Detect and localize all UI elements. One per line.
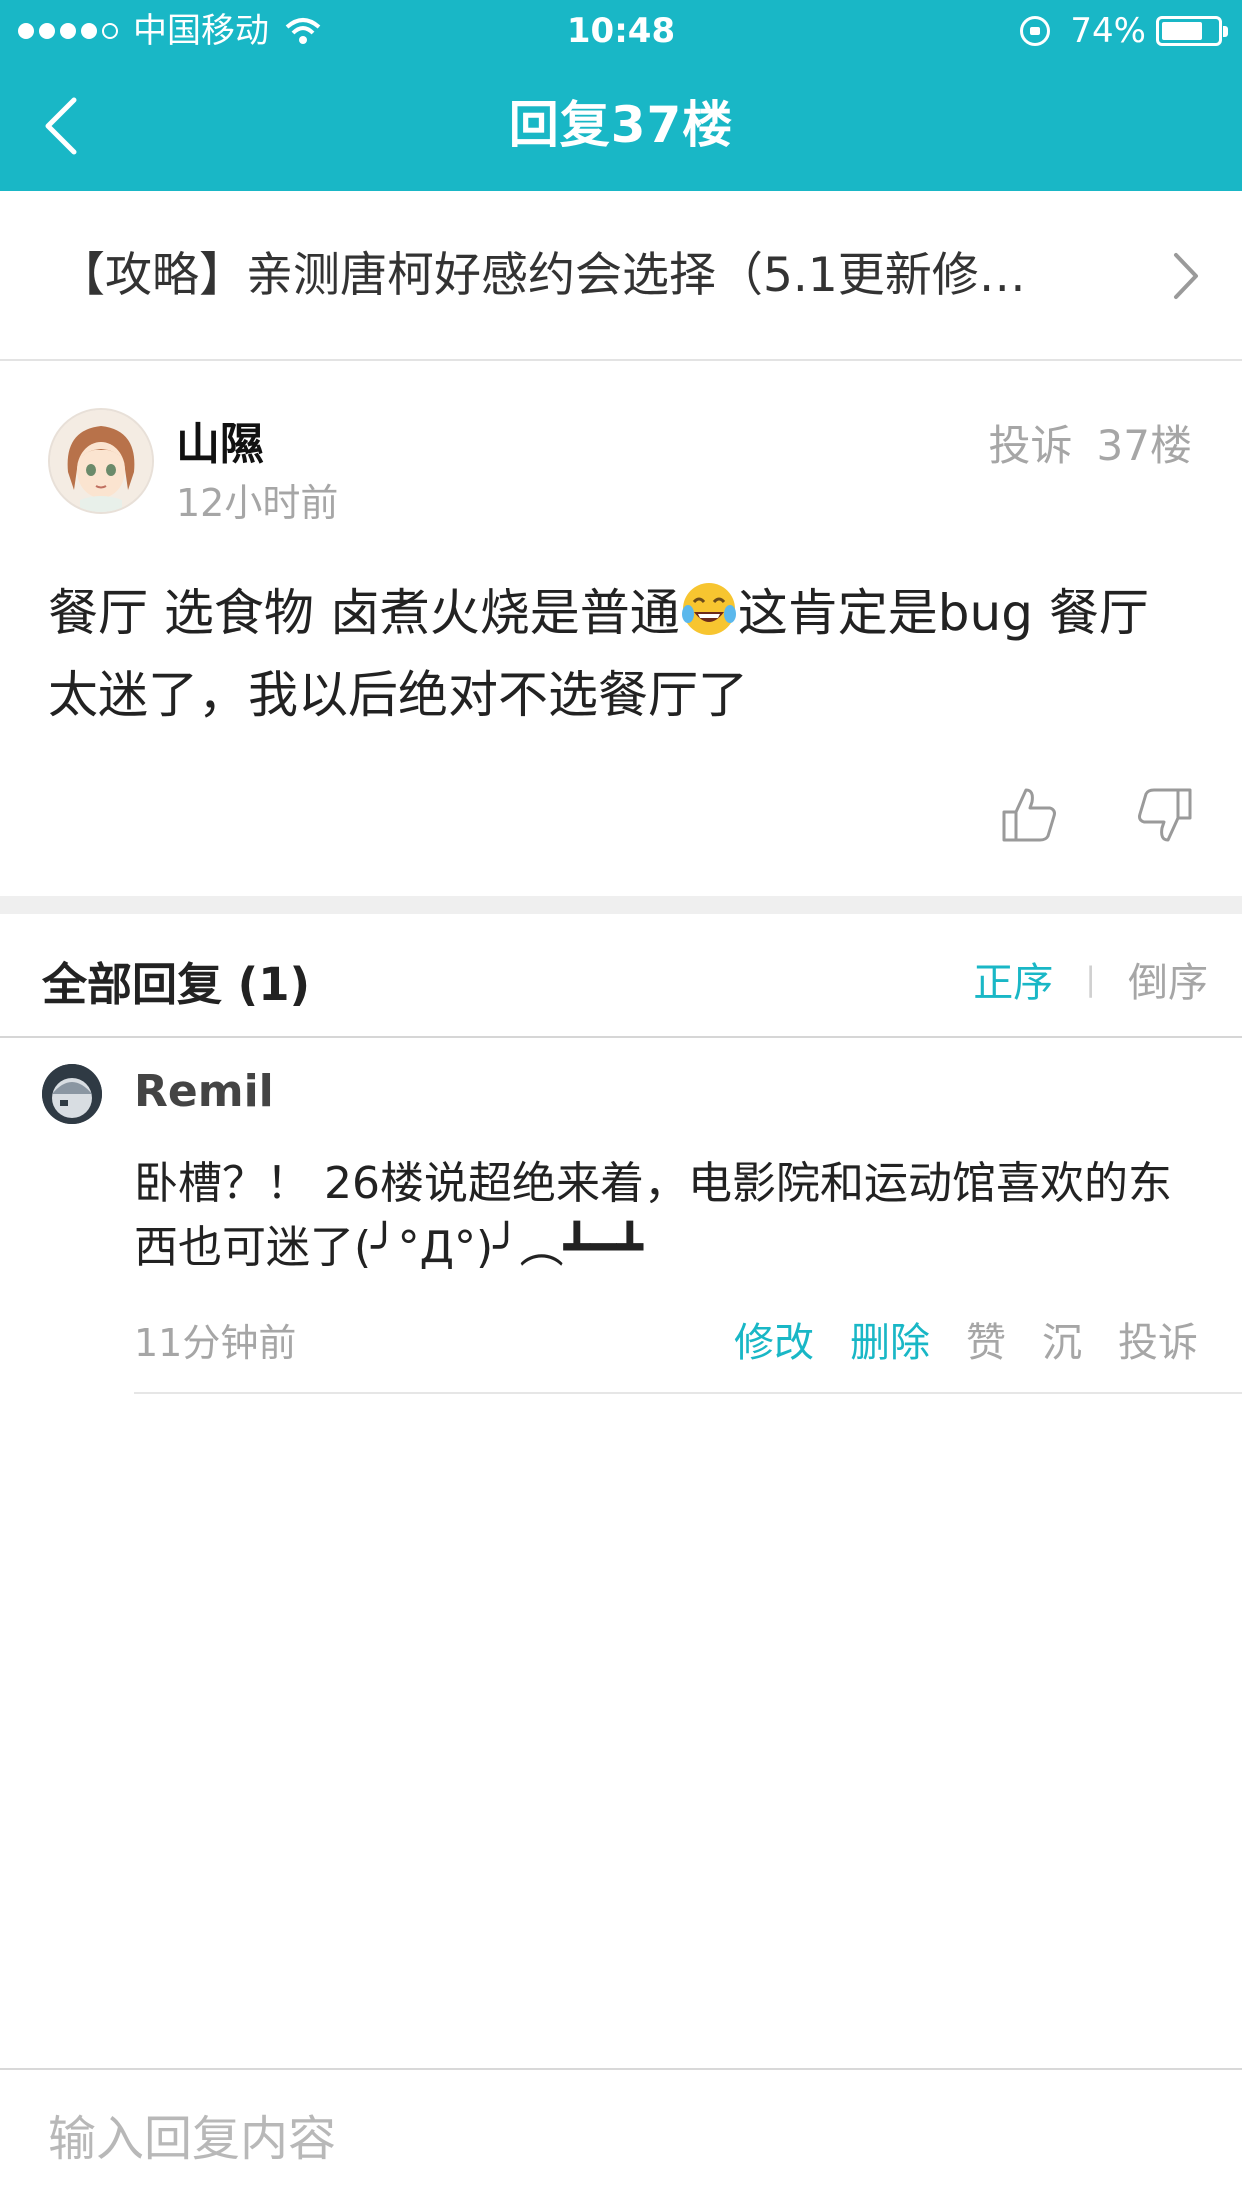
laughing-tears-emoji-icon bbox=[681, 583, 736, 635]
floor-number: 37楼 bbox=[1096, 421, 1192, 470]
reply-time: 11分钟前 bbox=[134, 1321, 297, 1365]
battery-fill bbox=[1162, 22, 1202, 40]
reply-divider bbox=[134, 1392, 1242, 1394]
thread-title: 【攻略】亲测唐柯好感约会选择（5.1更新修… bbox=[58, 248, 1026, 303]
reply-input[interactable] bbox=[0, 2070, 1242, 2208]
anime-girl-avatar-icon bbox=[50, 410, 152, 512]
delete-button[interactable]: 删除 bbox=[850, 1310, 930, 1368]
thumbs-down-icon[interactable] bbox=[1134, 784, 1194, 846]
avatar[interactable] bbox=[48, 408, 154, 514]
report-button[interactable]: 投诉 bbox=[1118, 1310, 1198, 1368]
post-actions: 投诉 37楼 bbox=[989, 412, 1192, 473]
reply-username[interactable]: Remil bbox=[134, 1066, 274, 1117]
report-link[interactable]: 投诉 bbox=[989, 412, 1073, 473]
sort-toggle: 正序 | 倒序 bbox=[973, 950, 1208, 1008]
reply-body: 卧槽？！ 26楼说超绝来着，电影院和运动馆喜欢的东西也可迷了(╯°Д°)╯︵┻━… bbox=[134, 1158, 1172, 1273]
battery-percent: 74% bbox=[1070, 11, 1146, 51]
post-text: 餐厅 选食物 卤煮火烧是普通 bbox=[48, 584, 680, 642]
sink-button[interactable]: 沉 bbox=[1042, 1310, 1082, 1368]
avatar[interactable] bbox=[42, 1064, 102, 1124]
post-body: 餐厅 选食物 卤煮火烧是普通 这肯定是bug 餐厅太迷了，我以后绝对不选餐厅了 bbox=[48, 572, 1198, 736]
replies-divider bbox=[0, 1036, 1242, 1038]
section-divider bbox=[0, 896, 1242, 914]
replies-header: 全部回复 (1) bbox=[42, 958, 311, 1011]
sort-descending-button[interactable]: 倒序 bbox=[1128, 950, 1208, 1008]
page-title: 回复37楼 bbox=[508, 96, 734, 154]
reply-actions: 修改 删除 赞 沉 投诉 bbox=[734, 1310, 1198, 1368]
reply-input-bar bbox=[0, 2068, 1242, 2208]
post-author[interactable]: 山隰 bbox=[176, 408, 264, 472]
nav-bar: 回复37楼 bbox=[0, 62, 1242, 191]
post-time: 12小时前 bbox=[176, 481, 339, 525]
sort-separator: | bbox=[1085, 960, 1096, 998]
chevron-right-icon bbox=[1174, 253, 1198, 299]
top-header: 中国移动 10:48 74% 回复37楼 bbox=[0, 0, 1242, 191]
like-button[interactable]: 赞 bbox=[966, 1310, 1006, 1368]
status-right: 74% bbox=[1020, 0, 1228, 62]
thumbs-up-icon[interactable] bbox=[1000, 784, 1060, 846]
sort-ascending-button[interactable]: 正序 bbox=[973, 950, 1053, 1008]
edit-button[interactable]: 修改 bbox=[734, 1310, 814, 1368]
rotation-lock-icon bbox=[1020, 16, 1051, 46]
robot-avatar-icon bbox=[42, 1064, 102, 1124]
battery-icon bbox=[1156, 16, 1228, 46]
thread-link[interactable]: 【攻略】亲测唐柯好感约会选择（5.1更新修… bbox=[0, 191, 1242, 361]
status-bar: 中国移动 10:48 74% bbox=[0, 0, 1242, 62]
